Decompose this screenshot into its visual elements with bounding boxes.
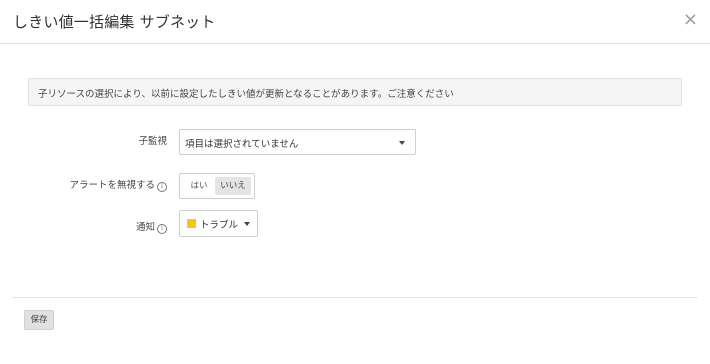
toggle-option-yes[interactable]: はい [184,177,214,195]
chevron-down-icon [399,141,405,145]
status-color-swatch [187,219,196,228]
notification-label: 通知 i [136,219,167,234]
child-monitor-label-text: 子監視 [138,136,167,147]
dialog-title: しきい値一括編集 サブネット [13,13,216,31]
ignore-alert-label: アラートを無視する i [69,177,167,192]
notification-label-text: 通知 [135,222,155,233]
close-icon[interactable]: × [683,10,698,30]
ignore-alert-label-text: アラートを無視する [69,180,155,191]
ignore-alert-toggle: はい いいえ [179,173,255,199]
notification-select-value: トラブル [200,220,239,231]
save-button[interactable]: 保存 [24,310,54,330]
notice-banner: 子リソースの選択により、以前に設定したしきい値が更新となることがあります。ご注意… [28,78,682,106]
child-monitor-select-value: 項目は選択されていません [185,139,299,150]
notice-text: 子リソースの選択により、以前に設定したしきい値が更新となることがあります。ご注意… [38,89,454,100]
toggle-option-no[interactable]: いいえ [215,177,251,195]
chevron-down-icon [244,222,250,226]
info-icon: i [157,182,167,192]
child-monitor-select[interactable]: 項目は選択されていません [179,129,416,155]
footer-divider [12,297,698,298]
notification-select[interactable]: トラブル [179,210,258,237]
info-icon: i [157,224,167,234]
dialog-header: しきい値一括編集 サブネット × [0,0,710,44]
child-monitor-label: 子監視 [138,133,167,147]
